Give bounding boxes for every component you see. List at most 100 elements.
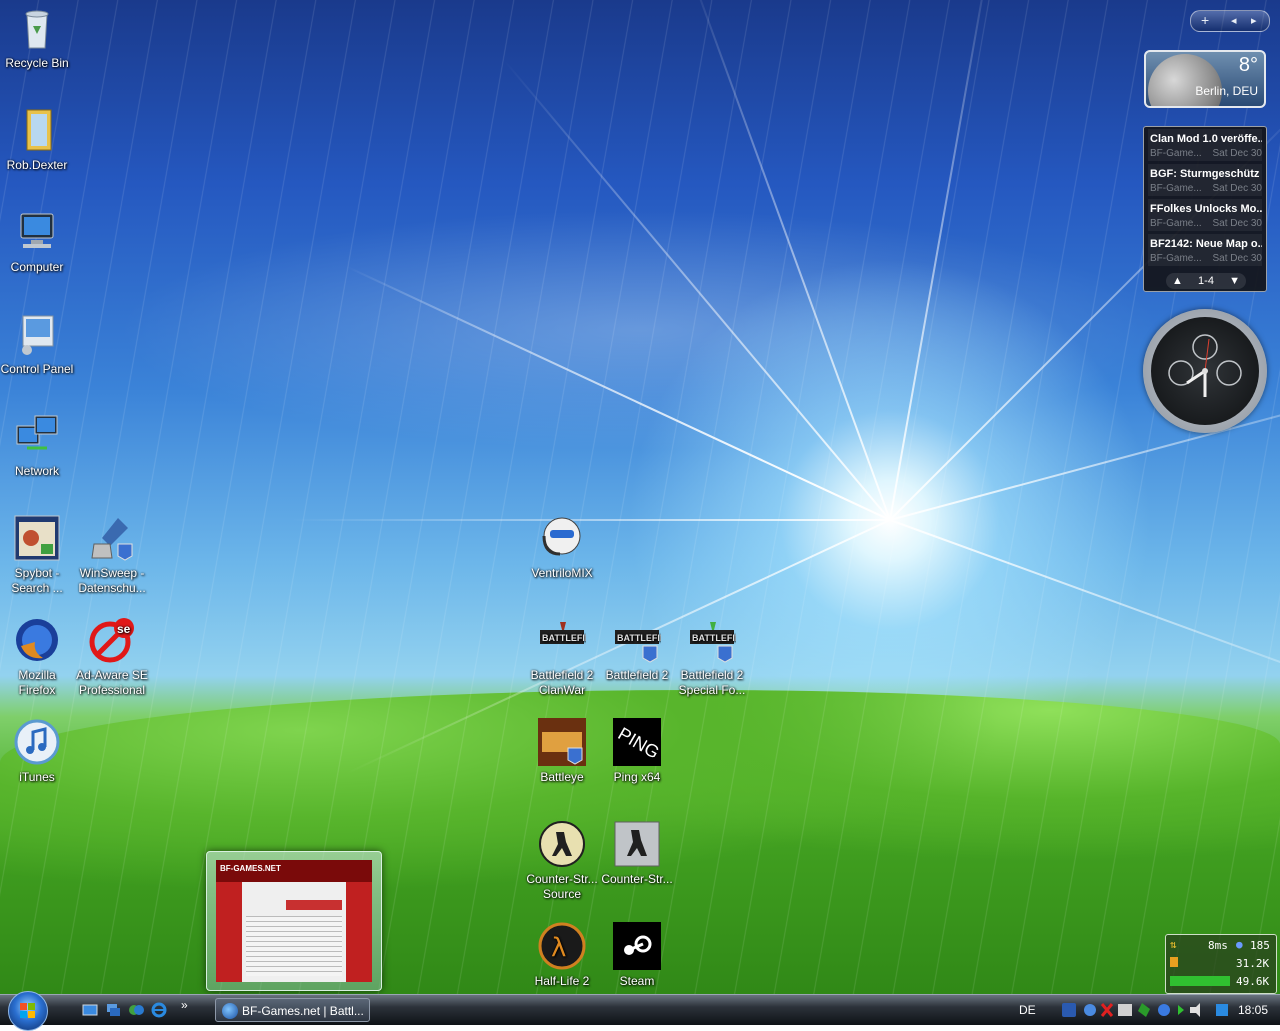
counter-strike-icon bbox=[613, 820, 661, 868]
tray-shield-icon[interactable] bbox=[1138, 1003, 1150, 1017]
feed-source: BF-Game... bbox=[1150, 183, 1202, 194]
user-count: 185 bbox=[1250, 939, 1270, 952]
language-indicator[interactable]: DE bbox=[1019, 1003, 1036, 1017]
network-icon bbox=[13, 412, 61, 460]
desktop-icon-label: WinSweep - Datenschu... bbox=[78, 566, 146, 595]
desktop-icon-label: Steam bbox=[619, 974, 655, 988]
desktop-icon-adaware[interactable]: se Ad-Aware SE Professional bbox=[75, 616, 149, 698]
switch-windows-icon[interactable] bbox=[105, 1002, 121, 1018]
control-panel-icon bbox=[13, 310, 61, 358]
taskbar-thumbnail-preview[interactable]: BF-GAMES.NET bbox=[206, 851, 382, 991]
internet-explorer-icon[interactable] bbox=[151, 1002, 167, 1018]
desktop-icon-user-folder[interactable]: Rob.Dexter bbox=[0, 106, 74, 173]
desktop-icon-label: iTunes bbox=[19, 770, 55, 784]
weather-temperature: 8° bbox=[1238, 54, 1258, 76]
tray-security-icon[interactable] bbox=[1100, 1003, 1114, 1017]
battlefield-2-icon: BATTLEFIELD bbox=[613, 616, 678, 664]
network-connection-icon[interactable] bbox=[1216, 1004, 1228, 1016]
desktop-icon-computer[interactable]: Computer bbox=[0, 208, 74, 275]
svg-text:se: se bbox=[117, 622, 131, 636]
weather-city: Berlin, DEU bbox=[1195, 84, 1258, 98]
desktop-icon-bf2-special-forces[interactable]: BATTLEFIELD Battlefield 2 Special Fo... bbox=[675, 616, 753, 698]
desktop-icon-half-life-2[interactable]: λ Half-Life 2 bbox=[525, 922, 599, 989]
clock-gadget[interactable] bbox=[1143, 309, 1267, 433]
feed-date: Sat Dec 30 bbox=[1212, 148, 1262, 159]
show-desktop-icon[interactable] bbox=[82, 1002, 98, 1018]
desktop-icon-counter-strike-source[interactable]: Counter-Str... Source bbox=[525, 820, 599, 902]
battlefield-2-special-forces-icon: BATTLEFIELD bbox=[688, 616, 753, 664]
feed-item[interactable]: FFolkes Unlocks Mo... BF-Game... Sat Dec… bbox=[1148, 199, 1262, 231]
feed-source: BF-Game... bbox=[1150, 148, 1202, 159]
taskbar-button-label: BF-Games.net | Battl... bbox=[242, 1004, 364, 1018]
desktop-icon-label: Ad-Aware SE Professional bbox=[76, 668, 148, 697]
tray-monitor-icon[interactable] bbox=[1118, 1004, 1132, 1016]
desktop-icon-network[interactable]: Network bbox=[0, 412, 74, 479]
desktop-icon-winsweep[interactable]: WinSweep - Datenschu... bbox=[75, 514, 149, 596]
desktop-icon-label: Battlefield 2 Special Fo... bbox=[678, 668, 746, 697]
upload-bar-icon bbox=[1170, 957, 1178, 967]
moon-icon bbox=[1148, 54, 1222, 106]
windows-logo-icon bbox=[20, 1003, 35, 1018]
taskbar-button-bf-games[interactable]: BF-Games.net | Battl... bbox=[215, 998, 370, 1022]
desktop-icon-ping[interactable]: PING Ping x64 bbox=[600, 718, 674, 785]
desktop-icon-label: Battlefield 2 ClanWar bbox=[530, 668, 594, 697]
download-bar-icon bbox=[1170, 976, 1230, 986]
taskbar: » BF-Games.net | Battl... DE 18:05 bbox=[0, 991, 1280, 1031]
thumbnail-banner: BF-GAMES.NET bbox=[220, 864, 281, 873]
ping-value: 8ms bbox=[1208, 939, 1228, 952]
feed-item[interactable]: BF2142: Neue Map o... BF-Game... Sat Dec… bbox=[1148, 234, 1262, 266]
desktop-icon-label: Battleye bbox=[540, 770, 584, 784]
desktop-icon-steam[interactable]: Steam bbox=[600, 922, 674, 989]
desktop-icon-label: Computer bbox=[10, 260, 64, 274]
svg-text:λ: λ bbox=[551, 933, 566, 963]
add-gadget-button[interactable]: + bbox=[1201, 12, 1209, 28]
tray-app-icon[interactable] bbox=[1062, 1003, 1076, 1017]
internet-explorer-icon bbox=[222, 1003, 238, 1019]
feed-item[interactable]: Clan Mod 1.0 veröffe... BF-Game... Sat D… bbox=[1148, 129, 1262, 161]
desktop-icon-counter-strike[interactable]: Counter-Str... bbox=[600, 820, 674, 887]
previous-gadgets-button[interactable]: ◂ bbox=[1231, 14, 1237, 27]
desktop-icon-label: VentriloMIX bbox=[531, 566, 593, 580]
half-life-2-icon: λ bbox=[538, 922, 586, 970]
upload-value: 31.2K bbox=[1236, 957, 1270, 970]
feed-pager: ▲ 1-4 ▼ bbox=[1166, 273, 1246, 289]
tray-network-icon[interactable] bbox=[1178, 1005, 1184, 1015]
clock-hands-icon bbox=[1168, 334, 1242, 397]
desktop-icon-bf2[interactable]: BATTLEFIELD Battlefield 2 bbox=[600, 616, 678, 683]
desktop-icon-control-panel[interactable]: Control Panel bbox=[0, 310, 74, 377]
taskbar-clock[interactable]: 18:05 bbox=[1238, 1003, 1268, 1017]
next-gadgets-button[interactable]: ▸ bbox=[1251, 14, 1257, 27]
feed-title: BF2142: Neue Map o... bbox=[1150, 238, 1262, 250]
desktop-icon-bf2-clanwar[interactable]: BATTLEFIELD Battlefield 2 ClanWar bbox=[525, 616, 603, 698]
weather-gadget[interactable]: 8° Berlin, DEU bbox=[1144, 50, 1266, 108]
volume-icon[interactable] bbox=[1190, 1003, 1200, 1017]
desktop-icon-spybot[interactable]: Spybot - Search ... bbox=[0, 514, 74, 596]
feed-up-arrow-icon[interactable]: ▲ bbox=[1172, 273, 1183, 289]
desktop-icon-firefox[interactable]: Mozilla Firefox bbox=[0, 616, 74, 698]
desktop-icon-label: Rob.Dexter bbox=[6, 158, 68, 172]
network-meter-gadget: ⇅ 8ms ● 185 31.2K 49.6K bbox=[1165, 934, 1277, 994]
messenger-icon[interactable] bbox=[128, 1002, 144, 1018]
desktop-icon-label: Mozilla Firefox bbox=[18, 668, 56, 697]
feed-date: Sat Dec 30 bbox=[1212, 183, 1262, 194]
feed-item[interactable]: BGF: Sturmgeschütz ... BF-Game... Sat De… bbox=[1148, 164, 1262, 196]
desktop-icon-ventrilo[interactable]: VentriloMIX bbox=[525, 514, 599, 581]
tray-globe-icon[interactable] bbox=[1084, 1004, 1096, 1016]
sidebar-gadget-toolbar: + ◂ ▸ bbox=[1190, 10, 1270, 32]
desktop-icon-label: Network bbox=[14, 464, 59, 478]
feed-source: BF-Game... bbox=[1150, 218, 1202, 229]
firefox-icon bbox=[13, 616, 61, 664]
desktop-icon-label: Counter-Str... bbox=[601, 872, 673, 886]
feed-headlines-gadget: Clan Mod 1.0 veröffe... BF-Game... Sat D… bbox=[1143, 126, 1267, 292]
users-icon: ● bbox=[1236, 938, 1243, 951]
start-button[interactable] bbox=[8, 991, 48, 1031]
desktop-icon-label: Counter-Str... Source bbox=[526, 872, 598, 901]
computer-icon bbox=[13, 208, 61, 256]
tray-update-icon[interactable] bbox=[1158, 1004, 1170, 1016]
desktop-icon-recycle-bin[interactable]: Recycle Bin bbox=[0, 4, 74, 71]
desktop-icon-itunes[interactable]: iTunes bbox=[0, 718, 74, 785]
quick-launch-overflow-button[interactable]: » bbox=[181, 998, 188, 1012]
feed-down-arrow-icon[interactable]: ▼ bbox=[1229, 273, 1240, 289]
desktop-icon-battleye[interactable]: Battleye bbox=[525, 718, 599, 785]
feed-date: Sat Dec 30 bbox=[1212, 253, 1262, 264]
